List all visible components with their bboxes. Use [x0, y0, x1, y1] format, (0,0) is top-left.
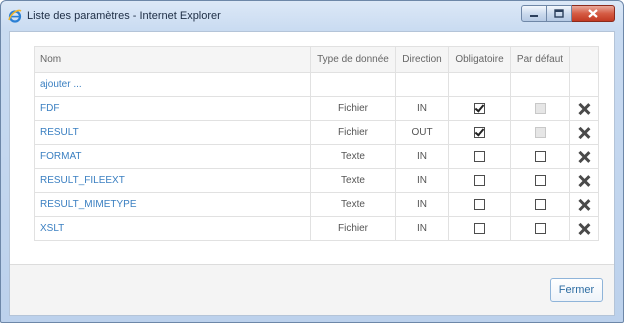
- column-header-name: Nom: [34, 46, 311, 73]
- column-header-type: Type de donnée: [310, 46, 396, 73]
- table-row: XSLT Fichier IN: [34, 216, 599, 241]
- parameter-direction: IN: [395, 96, 449, 121]
- required-checkbox[interactable]: [474, 198, 485, 210]
- parameter-name-link[interactable]: RESULT_MIMETYPE: [40, 199, 137, 210]
- delete-icon[interactable]: [578, 223, 590, 235]
- table-row: RESULT Fichier OUT: [34, 120, 599, 145]
- parameter-type: Texte: [310, 144, 396, 169]
- window-close-button[interactable]: [572, 5, 615, 22]
- close-icon: [588, 9, 598, 18]
- close-button[interactable]: Fermer: [550, 278, 603, 302]
- delete-icon[interactable]: [578, 103, 590, 115]
- column-header-actions: [569, 46, 599, 73]
- parameter-name-link[interactable]: XSLT: [40, 223, 64, 234]
- delete-icon[interactable]: [578, 151, 590, 163]
- maximize-button[interactable]: [547, 5, 572, 22]
- parameter-direction: IN: [395, 192, 449, 217]
- add-parameter-link[interactable]: ajouter ...: [40, 79, 82, 90]
- default-checkbox[interactable]: [534, 222, 546, 234]
- default-checkbox[interactable]: [534, 126, 546, 138]
- default-checkbox[interactable]: [534, 150, 546, 162]
- dialog-footer: Fermer: [10, 264, 614, 315]
- table-row: RESULT_FILEEXT Texte IN: [34, 168, 599, 193]
- internet-explorer-icon: [8, 9, 22, 23]
- delete-icon[interactable]: [578, 127, 590, 139]
- column-header-default: Par défaut: [510, 46, 570, 73]
- delete-icon[interactable]: [578, 199, 590, 211]
- parameter-type: Fichier: [310, 120, 396, 145]
- required-checkbox[interactable]: [474, 174, 485, 186]
- parameter-direction: IN: [395, 168, 449, 193]
- parameter-type: Fichier: [310, 96, 396, 121]
- table-header-row: Nom Type de donnée Direction Obligatoire…: [34, 46, 599, 73]
- window-title: Liste des paramètres - Internet Explorer: [27, 10, 221, 22]
- parameter-name-link[interactable]: RESULT: [40, 127, 79, 138]
- parameter-type: Texte: [310, 168, 396, 193]
- required-checkbox[interactable]: [474, 150, 485, 162]
- parameter-name-link[interactable]: RESULT_FILEEXT: [40, 175, 125, 186]
- delete-icon[interactable]: [578, 175, 590, 187]
- title-bar[interactable]: Liste des paramètres - Internet Explorer: [1, 1, 623, 31]
- default-checkbox[interactable]: [534, 102, 546, 114]
- table-row: FORMAT Texte IN: [34, 144, 599, 169]
- parameter-type: Texte: [310, 192, 396, 217]
- table-row: RESULT_MIMETYPE Texte IN: [34, 192, 599, 217]
- parameters-table: Nom Type de donnée Direction Obligatoire…: [34, 46, 599, 241]
- minimize-icon: [530, 14, 538, 17]
- dialog-content: Nom Type de donnée Direction Obligatoire…: [9, 31, 615, 316]
- browser-window: Liste des paramètres - Internet Explorer…: [0, 0, 624, 323]
- minimize-button[interactable]: [521, 5, 547, 22]
- parameter-type: Fichier: [310, 216, 396, 241]
- required-checkbox[interactable]: [474, 222, 485, 234]
- default-checkbox[interactable]: [534, 198, 546, 210]
- add-row: ajouter ...: [34, 72, 599, 97]
- maximize-icon: [554, 9, 564, 18]
- column-header-required: Obligatoire: [448, 46, 511, 73]
- window-controls: [521, 5, 615, 22]
- required-checkbox[interactable]: [474, 102, 485, 114]
- required-checkbox[interactable]: [474, 126, 485, 138]
- parameter-direction: IN: [395, 216, 449, 241]
- parameter-direction: IN: [395, 144, 449, 169]
- parameter-direction: OUT: [395, 120, 449, 145]
- default-checkbox[interactable]: [534, 174, 546, 186]
- parameter-name-link[interactable]: FDF: [40, 103, 59, 114]
- table-row: FDF Fichier IN: [34, 96, 599, 121]
- column-header-direction: Direction: [395, 46, 449, 73]
- parameter-name-link[interactable]: FORMAT: [40, 151, 81, 162]
